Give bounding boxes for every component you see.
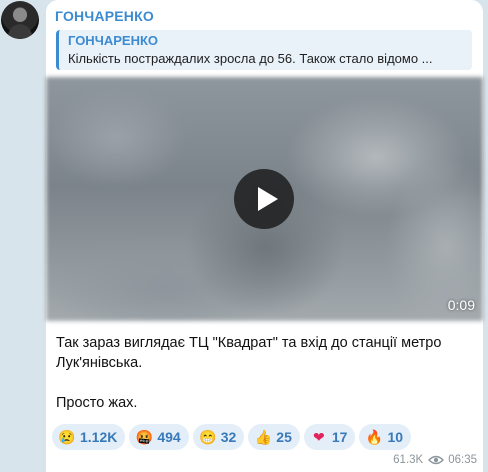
view-count: 61.3K xyxy=(393,454,424,466)
message-text: Так зараз виглядає ТЦ "Квадрат" та вхід … xyxy=(56,333,476,413)
video-duration: 0:09 xyxy=(447,297,475,313)
grinning-face-icon: 😁 xyxy=(199,429,217,445)
reaction-count: 25 xyxy=(276,429,292,445)
channel-name[interactable]: ГОНЧАРЕНКО xyxy=(55,8,154,24)
reaction-count: 10 xyxy=(387,429,404,445)
reaction-count: 494 xyxy=(157,429,181,445)
reaction-grin[interactable]: 😁 32 xyxy=(192,424,245,450)
caption-line: Просто жах. xyxy=(56,395,138,411)
reply-preview[interactable]: ГОНЧАРЕНКО Кількість постраждалих зросла… xyxy=(56,30,472,70)
channel-avatar[interactable] xyxy=(1,1,39,39)
reaction-count: 1.12K xyxy=(80,429,118,445)
eye-icon xyxy=(428,455,445,465)
reply-author: ГОНЧАРЕНКО xyxy=(68,33,158,48)
person-silhouette-icon xyxy=(7,8,33,39)
reaction-cursing[interactable]: 🤬 494 xyxy=(129,424,189,450)
heart-icon: ❤ xyxy=(313,429,325,445)
cursing-face-icon: 🤬 xyxy=(135,429,154,445)
message-meta: 61.3K 06:35 xyxy=(393,454,477,466)
message-time: 06:35 xyxy=(448,454,477,466)
reaction-heart[interactable]: ❤ 17 xyxy=(303,424,356,450)
reaction-thumbs-up[interactable]: 👍 25 xyxy=(248,424,300,450)
crying-face-icon: 😢 xyxy=(58,429,76,445)
play-icon xyxy=(258,187,278,211)
reaction-fire[interactable]: 🔥 10 xyxy=(359,424,412,450)
play-button[interactable] xyxy=(234,169,294,229)
caption-line: Так зараз виглядає ТЦ "Квадрат" та вхід … xyxy=(56,335,442,371)
message-bubble: ГОНЧАРЕНКО ГОНЧАРЕНКО Кількість постражд… xyxy=(46,0,483,472)
reaction-count: 17 xyxy=(331,429,348,445)
reaction-count: 32 xyxy=(220,429,237,445)
reactions-bar: 😢 1.12K 🤬 494 😁 32 👍 25 ❤ 17 🔥 10 xyxy=(52,424,412,450)
fire-icon: 🔥 xyxy=(365,429,384,445)
thumbs-up-icon: 👍 xyxy=(254,429,273,445)
reaction-crying[interactable]: 😢 1.12K xyxy=(52,424,126,450)
reply-text: Кількість постраждалих зросла до 56. Так… xyxy=(68,51,433,66)
video-overlay: 0:09 xyxy=(46,77,483,321)
